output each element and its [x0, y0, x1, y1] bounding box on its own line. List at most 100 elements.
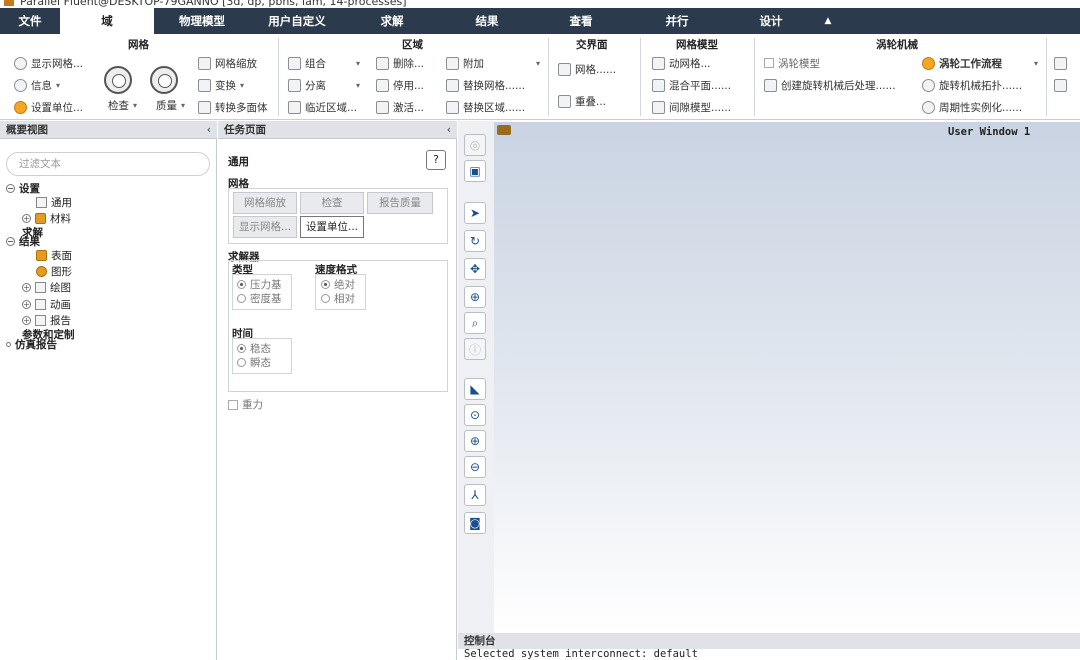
expand-icon[interactable]: +	[22, 282, 31, 292]
separate-button[interactable]: 分离 ▾	[288, 76, 360, 94]
zoom-out-icon[interactable]: ⊖	[464, 456, 486, 478]
zoom-to-fit-icon[interactable]: ⊙	[464, 404, 486, 426]
tab-physics[interactable]: 物理模型	[158, 8, 246, 34]
append-button[interactable]: 附加 ▾	[446, 54, 540, 72]
zoom-in-icon[interactable]: ⊕	[464, 430, 486, 452]
camera-icon[interactable]: ◙	[464, 512, 486, 534]
tab-design[interactable]: 设计	[740, 8, 802, 34]
tree-item-graphics[interactable]: 图形	[36, 264, 72, 278]
check-button[interactable]: 检查 ▾	[108, 96, 137, 114]
expand-icon[interactable]	[6, 341, 11, 347]
expand-icon[interactable]: +	[22, 315, 31, 325]
delete-zone-button[interactable]: 删除...	[376, 54, 424, 72]
display-mesh-task-button[interactable]: 显示网格...	[233, 216, 297, 238]
steady-radio[interactable]: 稳态	[237, 342, 271, 355]
to-polyhedra-button[interactable]: 转换多面体	[198, 98, 268, 116]
tab-solve[interactable]: 求解	[350, 8, 434, 34]
outline-view-header: 概要视图 ‹	[0, 121, 217, 139]
turbo-workflow-button[interactable]: 涡轮工作流程 ▾	[922, 54, 1038, 72]
graphics-window-label: User Window 1	[948, 126, 1031, 138]
transform-button[interactable]: 变换 ▾	[198, 76, 244, 94]
tree-item-results[interactable]: − 结果	[6, 234, 40, 248]
quality-button[interactable]: 质量 ▾	[156, 96, 185, 114]
pointer-icon[interactable]: ➤	[464, 202, 486, 224]
graphics-window[interactable]	[494, 122, 1080, 633]
tree-item-setup[interactable]: − 设置	[6, 181, 40, 195]
help-button[interactable]: ?	[426, 150, 446, 170]
tree-item-materials[interactable]: + 材料	[22, 211, 71, 225]
tree-item-surfaces[interactable]: 表面	[36, 248, 72, 262]
collapse-ribbon-icon[interactable]: ▲	[818, 8, 838, 34]
display-mesh-button[interactable]: 显示网格...	[14, 54, 83, 72]
gap-model-button[interactable]: 间隙模型......	[652, 98, 731, 116]
collapse-outline-icon[interactable]: ‹	[207, 121, 211, 139]
group-title-mesh: 网格	[128, 39, 149, 51]
collapse-icon[interactable]: −	[6, 183, 15, 193]
tree-item-general[interactable]: 通用	[36, 195, 72, 209]
tab-parallel[interactable]: 并行	[630, 8, 724, 34]
replace-mesh-button[interactable]: 替换网格......	[446, 76, 525, 94]
ribbon-overflow-button[interactable]	[1054, 76, 1067, 94]
filter-text-input[interactable]: 过滤文本	[6, 152, 210, 176]
ribbon-overflow-button[interactable]	[1054, 54, 1067, 72]
periodic-icon	[922, 100, 935, 114]
periodic-instance-button[interactable]: 周期性实例化......	[922, 98, 1022, 116]
axes-icon[interactable]: ⅄	[464, 484, 486, 506]
help-icon: ?	[433, 153, 439, 166]
tree-item-animations[interactable]: + 动画	[22, 297, 71, 311]
transient-radio[interactable]: 瞬态	[237, 356, 271, 369]
report-quality-button[interactable]: 报告质量	[367, 192, 433, 214]
window-layout-icon[interactable]: ▣	[464, 160, 486, 182]
fit-to-window-icon[interactable]: ◣	[464, 378, 486, 400]
overlap-button[interactable]: 重叠...	[558, 92, 606, 110]
info-button[interactable]: 信息 ▾	[14, 76, 60, 94]
turbo-model-checkbox[interactable]: 涡轮模型	[764, 54, 820, 72]
replace-mesh-icon	[446, 78, 459, 92]
density-based-radio[interactable]: 密度基	[237, 292, 282, 305]
set-units-button[interactable]: 设置单位...	[14, 98, 83, 116]
activate-button[interactable]: 激活...	[376, 98, 424, 116]
interface-mesh-button[interactable]: 网格......	[558, 60, 616, 78]
tab-file[interactable]: 文件	[0, 8, 60, 34]
zoom-box-icon[interactable]: ⌕	[464, 312, 486, 334]
gravity-checkbox[interactable]: 重力	[228, 398, 263, 411]
dynamic-mesh-button[interactable]: 动网格...	[652, 54, 711, 72]
divider	[278, 38, 279, 116]
turbo-topology-button[interactable]: 旋转机械拓扑......	[922, 76, 1022, 94]
tab-results[interactable]: 结果	[440, 8, 534, 34]
console-output[interactable]: Selected system interconnect: default	[458, 649, 1080, 660]
expand-icon[interactable]: +	[22, 213, 31, 223]
graphics-toolbar	[458, 121, 494, 633]
rotate-icon[interactable]: ↻	[464, 230, 486, 252]
collapse-icon[interactable]: −	[6, 236, 15, 246]
mesh-scale-task-button[interactable]: 网格缩放	[233, 192, 297, 214]
pan-icon[interactable]: ✥	[464, 258, 486, 280]
tree-item-reports[interactable]: + 报告	[22, 313, 71, 327]
absolute-radio[interactable]: 绝对	[321, 278, 355, 291]
tree-item-plots[interactable]: + 绘图	[22, 280, 71, 294]
replace-zone-button[interactable]: 替换区域......	[446, 98, 525, 116]
deactivate-button[interactable]: 停用...	[376, 76, 424, 94]
check-task-button[interactable]: 检查	[300, 192, 364, 214]
relative-radio[interactable]: 相对	[321, 292, 355, 305]
quality-icon[interactable]	[150, 66, 178, 94]
overflow-icon	[1054, 56, 1067, 70]
turbo-post-button[interactable]: 创建旋转机械后处理......	[764, 76, 896, 94]
collapse-task-icon[interactable]: ‹	[447, 121, 451, 139]
combine-button[interactable]: 组合 ▾	[288, 54, 360, 72]
fit-icon[interactable]: ◎	[464, 134, 486, 156]
tab-domain[interactable]: 域	[60, 8, 154, 34]
ansys-logo-icon	[497, 125, 511, 135]
zoom-icon[interactable]: ⊕	[464, 286, 486, 308]
adjacency-button[interactable]: 临近区域...	[288, 98, 357, 116]
tab-view[interactable]: 查看	[536, 8, 626, 34]
pressure-based-radio[interactable]: 压力基	[237, 278, 282, 291]
set-units-task-button[interactable]: 设置单位...	[300, 216, 364, 238]
probe-icon[interactable]: ⓘ	[464, 338, 486, 360]
check-icon[interactable]	[104, 66, 132, 94]
tab-user-defined[interactable]: 用户自定义	[250, 8, 344, 34]
tree-item-sim-reports[interactable]: 仿真报告	[6, 337, 57, 351]
mesh-scale-button[interactable]: 网格缩放	[198, 54, 257, 72]
mixing-plane-button[interactable]: 混合平面......	[652, 76, 731, 94]
expand-icon[interactable]: +	[22, 299, 31, 309]
